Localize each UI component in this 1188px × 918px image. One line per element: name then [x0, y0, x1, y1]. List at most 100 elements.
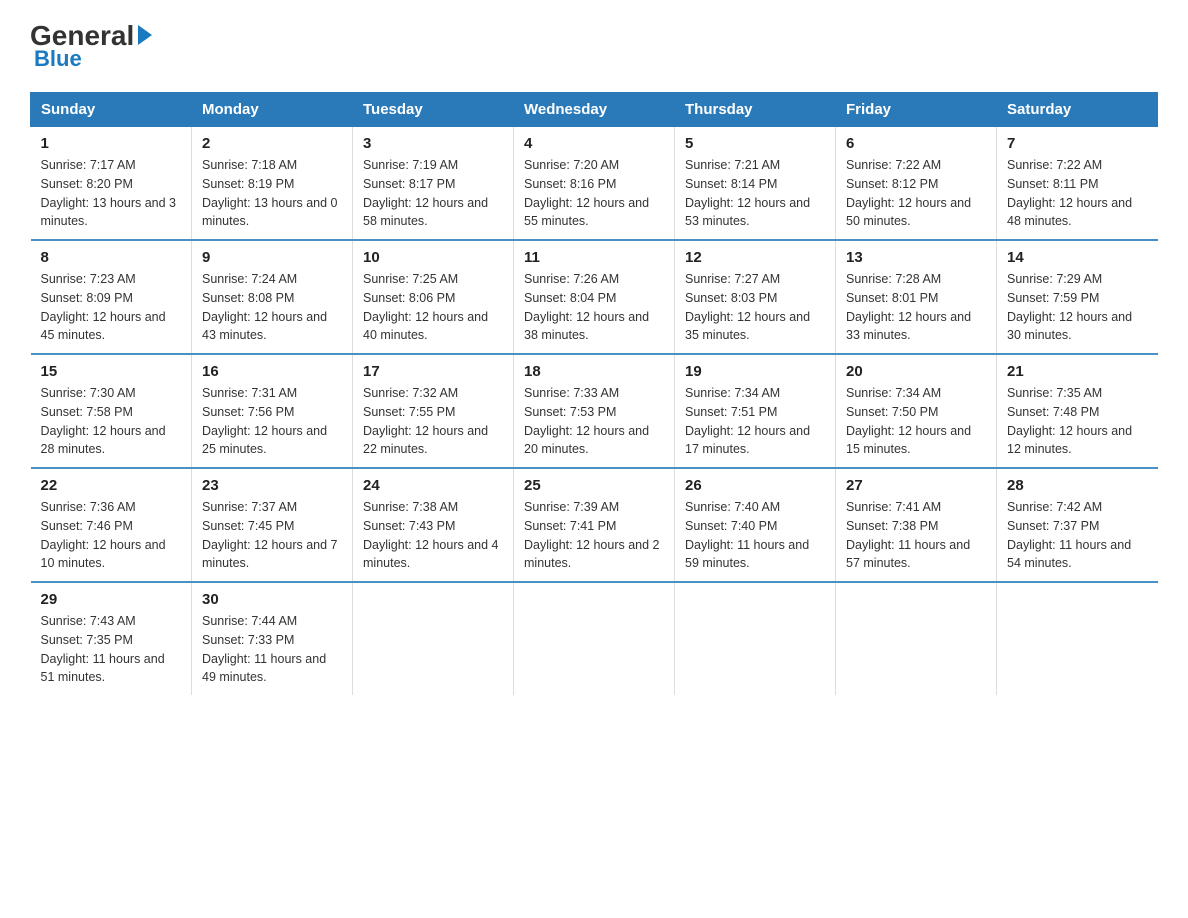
day-info: Sunrise: 7:30 AMSunset: 7:58 PMDaylight:… — [41, 384, 182, 459]
calendar-cell: 4 Sunrise: 7:20 AMSunset: 8:16 PMDaylight… — [514, 127, 675, 241]
calendar-cell: 2 Sunrise: 7:18 AMSunset: 8:19 PMDaylight… — [192, 127, 353, 241]
day-number: 20 — [846, 363, 986, 380]
day-info: Sunrise: 7:41 AMSunset: 7:38 PMDaylight:… — [846, 498, 986, 573]
day-number: 28 — [1007, 477, 1148, 494]
column-header-tuesday: Tuesday — [353, 93, 514, 127]
day-info: Sunrise: 7:25 AMSunset: 8:06 PMDaylight:… — [363, 270, 503, 345]
day-number: 19 — [685, 363, 825, 380]
calendar-cell: 13 Sunrise: 7:28 AMSunset: 8:01 PMDayligh… — [836, 240, 997, 354]
calendar-week-2: 8 Sunrise: 7:23 AMSunset: 8:09 PMDaylight… — [31, 240, 1158, 354]
page-header: General Blue — [30, 20, 1158, 72]
calendar-week-5: 29Sunrise: 7:43 AMSunset: 7:35 PMDayligh… — [31, 582, 1158, 695]
calendar-cell: 5 Sunrise: 7:21 AMSunset: 8:14 PMDaylight… — [675, 127, 836, 241]
day-number: 15 — [41, 363, 182, 380]
day-info: Sunrise: 7:40 AMSunset: 7:40 PMDaylight:… — [685, 498, 825, 573]
calendar-cell: 11 Sunrise: 7:26 AMSunset: 8:04 PMDayligh… — [514, 240, 675, 354]
day-number: 17 — [363, 363, 503, 380]
calendar-cell: 29Sunrise: 7:43 AMSunset: 7:35 PMDayligh… — [31, 582, 192, 695]
day-number: 10 — [363, 249, 503, 266]
calendar-cell: 12Sunrise: 7:27 AMSunset: 8:03 PMDayligh… — [675, 240, 836, 354]
day-info: Sunrise: 7:17 AMSunset: 8:20 PMDaylight:… — [41, 156, 182, 231]
day-number: 9 — [202, 249, 342, 266]
calendar-cell — [836, 582, 997, 695]
day-number: 13 — [846, 249, 986, 266]
day-number: 23 — [202, 477, 342, 494]
calendar-table: SundayMondayTuesdayWednesdayThursdayFrid… — [30, 92, 1158, 695]
calendar-cell: 7 Sunrise: 7:22 AMSunset: 8:11 PMDaylight… — [997, 127, 1158, 241]
calendar-week-1: 1 Sunrise: 7:17 AMSunset: 8:20 PMDaylight… — [31, 127, 1158, 241]
day-number: 30 — [202, 591, 342, 608]
day-info: Sunrise: 7:29 AMSunset: 7:59 PMDaylight:… — [1007, 270, 1148, 345]
calendar-cell: 23 Sunrise: 7:37 AMSunset: 7:45 PMDayligh… — [192, 468, 353, 582]
day-info: Sunrise: 7:21 AMSunset: 8:14 PMDaylight:… — [685, 156, 825, 231]
calendar-cell: 16 Sunrise: 7:31 AMSunset: 7:56 PMDayligh… — [192, 354, 353, 468]
calendar-cell: 1 Sunrise: 7:17 AMSunset: 8:20 PMDaylight… — [31, 127, 192, 241]
day-info: Sunrise: 7:34 AMSunset: 7:51 PMDaylight:… — [685, 384, 825, 459]
calendar-cell: 14 Sunrise: 7:29 AMSunset: 7:59 PMDayligh… — [997, 240, 1158, 354]
calendar-cell: 3 Sunrise: 7:19 AMSunset: 8:17 PMDaylight… — [353, 127, 514, 241]
column-header-wednesday: Wednesday — [514, 93, 675, 127]
calendar-cell — [997, 582, 1158, 695]
day-number: 8 — [41, 249, 182, 266]
column-header-sunday: Sunday — [31, 93, 192, 127]
day-number: 3 — [363, 135, 503, 152]
day-info: Sunrise: 7:37 AMSunset: 7:45 PMDaylight:… — [202, 498, 342, 573]
day-number: 26 — [685, 477, 825, 494]
day-info: Sunrise: 7:22 AMSunset: 8:12 PMDaylight:… — [846, 156, 986, 231]
day-number: 18 — [524, 363, 664, 380]
day-info: Sunrise: 7:28 AMSunset: 8:01 PMDaylight:… — [846, 270, 986, 345]
day-number: 25 — [524, 477, 664, 494]
day-info: Sunrise: 7:36 AMSunset: 7:46 PMDaylight:… — [41, 498, 182, 573]
day-number: 21 — [1007, 363, 1148, 380]
day-info: Sunrise: 7:23 AMSunset: 8:09 PMDaylight:… — [41, 270, 182, 345]
day-number: 27 — [846, 477, 986, 494]
calendar-cell: 28 Sunrise: 7:42 AMSunset: 7:37 PMDayligh… — [997, 468, 1158, 582]
day-info: Sunrise: 7:22 AMSunset: 8:11 PMDaylight:… — [1007, 156, 1148, 231]
calendar-week-3: 15 Sunrise: 7:30 AMSunset: 7:58 PMDayligh… — [31, 354, 1158, 468]
day-info: Sunrise: 7:35 AMSunset: 7:48 PMDaylight:… — [1007, 384, 1148, 459]
day-info: Sunrise: 7:32 AMSunset: 7:55 PMDaylight:… — [363, 384, 503, 459]
calendar-cell: 25 Sunrise: 7:39 AMSunset: 7:41 PMDayligh… — [514, 468, 675, 582]
day-info: Sunrise: 7:24 AMSunset: 8:08 PMDaylight:… — [202, 270, 342, 345]
calendar-cell: 18 Sunrise: 7:33 AMSunset: 7:53 PMDayligh… — [514, 354, 675, 468]
day-number: 4 — [524, 135, 664, 152]
calendar-cell: 21 Sunrise: 7:35 AMSunset: 7:48 PMDayligh… — [997, 354, 1158, 468]
calendar-cell: 24Sunrise: 7:38 AMSunset: 7:43 PMDayligh… — [353, 468, 514, 582]
column-header-friday: Friday — [836, 93, 997, 127]
calendar-cell: 6 Sunrise: 7:22 AMSunset: 8:12 PMDaylight… — [836, 127, 997, 241]
day-number: 29 — [41, 591, 182, 608]
calendar-header-row: SundayMondayTuesdayWednesdayThursdayFrid… — [31, 93, 1158, 127]
column-header-saturday: Saturday — [997, 93, 1158, 127]
day-number: 16 — [202, 363, 342, 380]
column-header-thursday: Thursday — [675, 93, 836, 127]
day-info: Sunrise: 7:42 AMSunset: 7:37 PMDaylight:… — [1007, 498, 1148, 573]
day-info: Sunrise: 7:39 AMSunset: 7:41 PMDaylight:… — [524, 498, 664, 573]
day-info: Sunrise: 7:44 AMSunset: 7:33 PMDaylight:… — [202, 612, 342, 687]
day-number: 5 — [685, 135, 825, 152]
day-number: 1 — [41, 135, 182, 152]
day-info: Sunrise: 7:19 AMSunset: 8:17 PMDaylight:… — [363, 156, 503, 231]
day-number: 7 — [1007, 135, 1148, 152]
calendar-cell: 10 Sunrise: 7:25 AMSunset: 8:06 PMDayligh… — [353, 240, 514, 354]
day-number: 12 — [685, 249, 825, 266]
calendar-cell — [514, 582, 675, 695]
day-info: Sunrise: 7:20 AMSunset: 8:16 PMDaylight:… — [524, 156, 664, 231]
day-info: Sunrise: 7:31 AMSunset: 7:56 PMDaylight:… — [202, 384, 342, 459]
calendar-cell: 8 Sunrise: 7:23 AMSunset: 8:09 PMDaylight… — [31, 240, 192, 354]
day-number: 14 — [1007, 249, 1148, 266]
day-info: Sunrise: 7:26 AMSunset: 8:04 PMDaylight:… — [524, 270, 664, 345]
logo: General Blue — [30, 20, 152, 72]
calendar-cell — [675, 582, 836, 695]
day-number: 2 — [202, 135, 342, 152]
day-number: 6 — [846, 135, 986, 152]
calendar-cell: 19 Sunrise: 7:34 AMSunset: 7:51 PMDayligh… — [675, 354, 836, 468]
calendar-cell: 22 Sunrise: 7:36 AMSunset: 7:46 PMDayligh… — [31, 468, 192, 582]
day-number: 24 — [363, 477, 503, 494]
calendar-cell: 27 Sunrise: 7:41 AMSunset: 7:38 PMDayligh… — [836, 468, 997, 582]
day-number: 11 — [524, 249, 664, 266]
calendar-week-4: 22 Sunrise: 7:36 AMSunset: 7:46 PMDayligh… — [31, 468, 1158, 582]
day-number: 22 — [41, 477, 182, 494]
calendar-cell: 9 Sunrise: 7:24 AMSunset: 8:08 PMDaylight… — [192, 240, 353, 354]
day-info: Sunrise: 7:18 AMSunset: 8:19 PMDaylight:… — [202, 156, 342, 231]
day-info: Sunrise: 7:33 AMSunset: 7:53 PMDaylight:… — [524, 384, 664, 459]
